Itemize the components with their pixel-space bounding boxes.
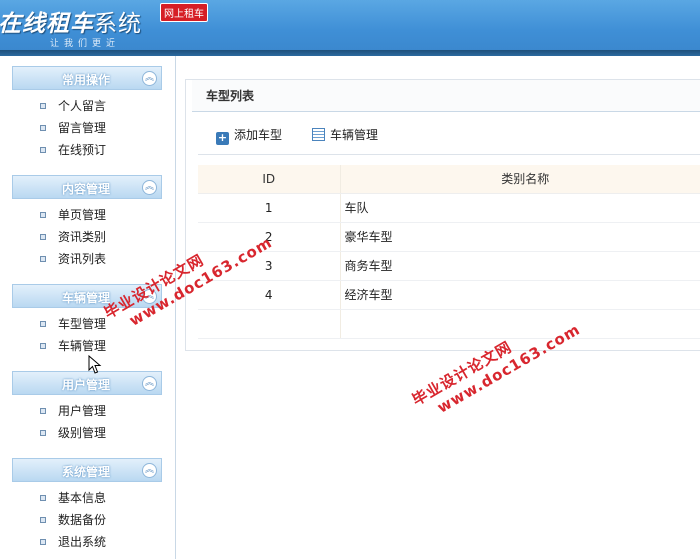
header: 在线租车系统 网上租车 让我们更近 [0,0,700,56]
bullet-icon [40,103,46,109]
add-model-label: 添加车型 [234,128,283,142]
logo-slogan: 让我们更近 [50,39,121,49]
menu-group-content: 内容管理 ︽ 单页管理 资讯类别 资讯列表 [12,175,162,270]
sidebar-item-label: 单页管理 [58,208,107,222]
cell-name: 车队 [340,193,700,223]
add-model-button[interactable]: + 添加车型 [216,126,283,145]
menu-group-user: 用户管理 ︽ 用户管理 级别管理 [12,371,162,444]
menu-head-title: 常用操作 [61,73,110,87]
sidebar-item-label: 用户管理 [58,404,107,418]
sidebar-item-label: 在线预订 [58,143,107,157]
sidebar-item-label: 个人留言 [58,99,107,113]
cell-id: 1 [198,193,341,223]
bullet-icon [40,125,46,131]
page: 在线租车系统 网上租车 让我们更近 常用操作 ︽ 个人留言 留言管理 在线预订 … [0,0,700,559]
table-row[interactable]: 3 商务车型 [198,251,700,281]
bullet-icon [40,495,46,501]
add-icon: + [216,131,229,145]
menu-head-title: 系统管理 [61,465,110,479]
logo-bold: 在线租车 [0,11,94,37]
sidebar-item-label: 资讯类别 [58,230,107,244]
cell-id: 4 [198,280,341,310]
vehicle-manage-label: 车辆管理 [330,128,379,142]
cell-name: 豪华车型 [340,222,700,252]
table-row[interactable]: 4 经济车型 [198,280,700,310]
column-header-name[interactable]: 类别名称 [340,165,700,194]
bullet-icon [40,321,46,327]
collapse-icon[interactable]: ︽ [142,180,157,195]
menu-head-user[interactable]: 用户管理 ︽ [12,371,162,395]
menu-group-system: 系统管理 ︽ 基本信息 数据备份 退出系统 [12,458,162,553]
column-header-id[interactable]: ID [198,165,341,194]
collapse-icon[interactable]: ︽ [142,376,157,391]
sidebar-item-message-manage[interactable]: 留言管理 [12,117,162,139]
sidebar-item-single-page[interactable]: 单页管理 [12,204,162,226]
menu-head-title: 用户管理 [61,378,110,392]
table-row[interactable]: 1 车队 [198,193,700,223]
sidebar-item-label: 资讯列表 [58,252,107,266]
sidebar-item-label: 留言管理 [58,121,107,135]
vehicle-manage-button[interactable]: 车辆管理 [312,126,378,144]
sidebar-item-label: 退出系统 [58,535,107,549]
bullet-icon [40,539,46,545]
menu-group-common: 常用操作 ︽ 个人留言 留言管理 在线预订 [12,66,162,161]
logo-light: 系统 [94,11,142,37]
sidebar-item-label: 车辆管理 [58,339,107,353]
table-header-row: ID 类别名称 [198,165,700,194]
list-icon [312,128,325,141]
collapse-icon[interactable]: ︽ [142,71,157,86]
sidebar-item-vehicle-manage[interactable]: 车辆管理 [12,335,162,357]
sidebar-item-news-category[interactable]: 资讯类别 [12,226,162,248]
sidebar-item-user-manage[interactable]: 用户管理 [12,400,162,422]
toolbar-divider [198,154,700,155]
sidebar-item-level-manage[interactable]: 级别管理 [12,422,162,444]
table-row [198,309,700,339]
cell-name: 商务车型 [340,251,700,281]
logo-title: 在线租车系统 [0,4,142,38]
bullet-icon [40,256,46,262]
main-panel: 车型列表 + 添加车型 车辆管理 ID 类别名称 1 车队 2 豪华车型 3 商… [185,79,700,351]
bullet-icon [40,147,46,153]
cell-name: 经济车型 [340,280,700,310]
menu-head-content[interactable]: 内容管理 ︽ [12,175,162,199]
sidebar-item-label: 数据备份 [58,513,107,527]
sidebar-item-news-list[interactable]: 资讯列表 [12,248,162,270]
panel-title: 车型列表 [192,80,700,112]
logo-badge: 网上租车 [160,3,208,22]
sidebar-item-data-backup[interactable]: 数据备份 [12,509,162,531]
model-table: ID 类别名称 1 车队 2 豪华车型 3 商务车型 4 经济车型 [198,165,700,339]
sidebar-item-label: 级别管理 [58,426,107,440]
menu-head-system[interactable]: 系统管理 ︽ [12,458,162,482]
sidebar-item-personal-message[interactable]: 个人留言 [12,95,162,117]
menu-head-title: 内容管理 [61,182,110,196]
collapse-icon[interactable]: ︽ [142,463,157,478]
sidebar-item-logout[interactable]: 退出系统 [12,531,162,553]
bullet-icon [40,517,46,523]
sidebar-item-online-booking[interactable]: 在线预订 [12,139,162,161]
sidebar-item-label: 车型管理 [58,317,107,331]
bullet-icon [40,212,46,218]
bullet-icon [40,234,46,240]
bullet-icon [40,430,46,436]
menu-head-common[interactable]: 常用操作 ︽ [12,66,162,90]
mouse-cursor-icon [88,355,102,374]
sidebar-item-basic-info[interactable]: 基本信息 [12,487,162,509]
sidebar-item-label: 基本信息 [58,491,107,505]
bullet-icon [40,343,46,349]
bullet-icon [40,408,46,414]
